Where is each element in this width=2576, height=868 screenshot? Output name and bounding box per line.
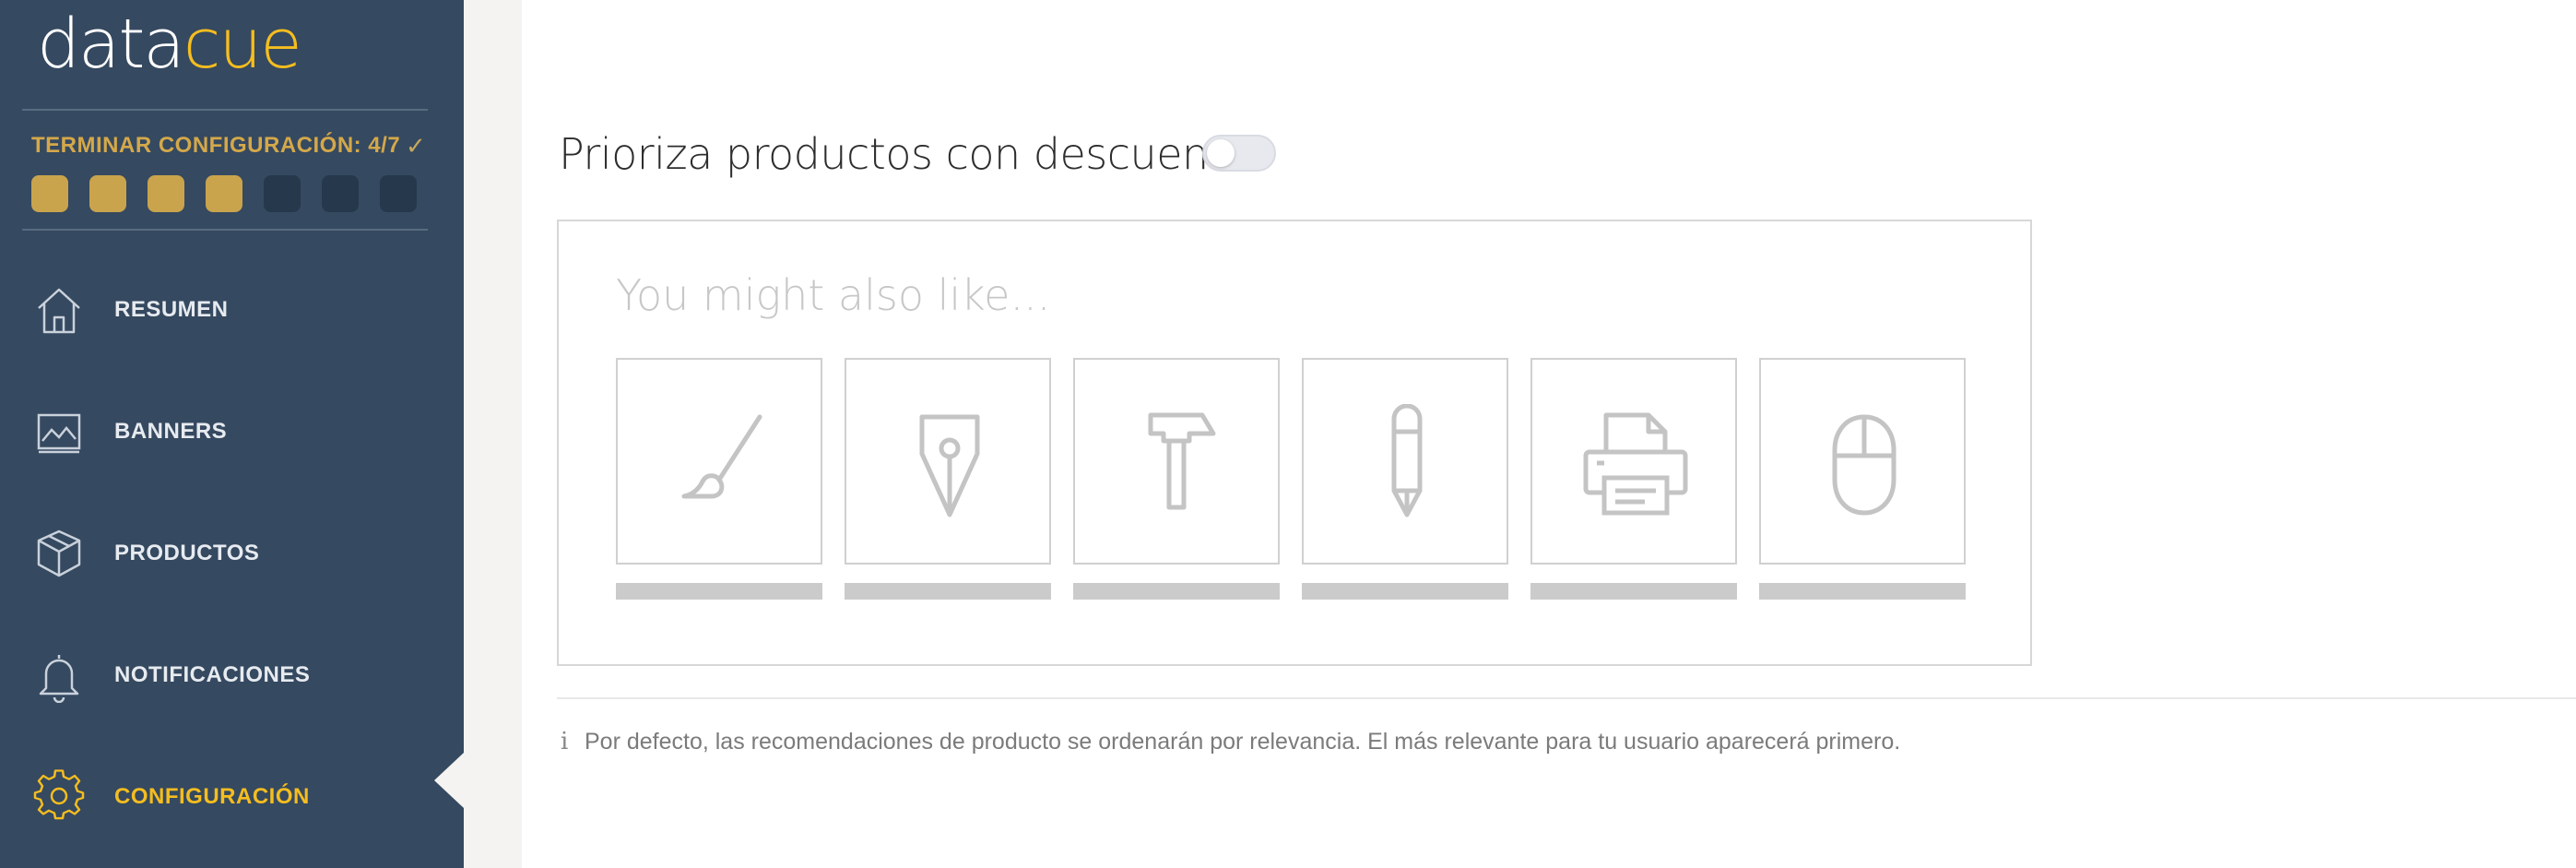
image-icon: [37, 413, 81, 454]
progress-step-4: [206, 175, 242, 212]
logo-text-data: data: [37, 5, 185, 84]
active-item-indicator: [434, 753, 464, 808]
gear-icon: [33, 769, 85, 820]
sidebar-item-label: PRODUCTOS: [114, 541, 260, 565]
check-icon: ✓: [406, 132, 426, 160]
pen-nib-icon: [919, 414, 980, 517]
product-card: [1302, 358, 1508, 565]
product-card: [1759, 358, 1966, 565]
content-separator: [557, 697, 2576, 699]
progress-step-2: [89, 175, 126, 212]
progress-step-7: [380, 175, 417, 212]
product-card: [1530, 358, 1737, 565]
setup-progress-label[interactable]: TERMINAR CONFIGURACIÓN: 4/7: [31, 129, 437, 162]
sidebar-item-label: BANNERS: [114, 419, 228, 444]
content-gutter: [464, 0, 522, 868]
setting-title: Prioriza productos con descuento: [559, 129, 1250, 179]
sidebar-divider-bottom: [22, 229, 428, 231]
info-icon: i: [561, 728, 569, 755]
sidebar-item-label: RESUMEN: [114, 297, 229, 322]
preview-title: You might also like...: [616, 270, 1051, 320]
product-name-placeholder: [845, 583, 1051, 600]
toggle-knob: [1207, 139, 1235, 167]
sidebar-item-label: NOTIFICACIONES: [114, 662, 311, 687]
product-card: [616, 358, 822, 565]
main-content: Prioriza productos con descuento You mig…: [522, 0, 2576, 868]
sidebar-item-banners[interactable]: BANNERS: [0, 382, 464, 482]
sidebar-divider-top: [22, 109, 428, 111]
sidebar-item-productos[interactable]: PRODUCTOS: [0, 504, 464, 603]
brush-icon: [681, 414, 762, 499]
hammer-icon: [1148, 412, 1216, 510]
sidebar: datacue TERMINAR CONFIGURACIÓN: 4/7 ✓ RE…: [0, 0, 464, 868]
pencil-icon: [1391, 404, 1423, 517]
progress-step-5: [264, 175, 301, 212]
box-icon: [37, 529, 81, 577]
sidebar-item-label: CONFIGURACIÓN: [114, 784, 310, 809]
printer-icon: [1583, 412, 1688, 516]
info-text: Por defecto, las recomendaciones de prod…: [585, 729, 1901, 755]
product-name-placeholder: [1302, 583, 1508, 600]
home-icon: [38, 288, 80, 334]
product-name-placeholder: [1530, 583, 1737, 600]
product-name-placeholder: [616, 583, 822, 600]
recommendations-preview: You might also like...: [557, 220, 2032, 666]
mouse-icon: [1832, 414, 1897, 516]
bell-icon: [39, 655, 79, 703]
product-name-placeholder: [1073, 583, 1280, 600]
datacue-logo[interactable]: datacue: [37, 5, 302, 84]
product-name-placeholder: [1759, 583, 1966, 600]
product-card: [1073, 358, 1280, 565]
discount-priority-toggle[interactable]: [1202, 135, 1276, 172]
sidebar-item-resumen[interactable]: RESUMEN: [0, 260, 464, 360]
progress-step-6: [322, 175, 359, 212]
sidebar-item-notificaciones[interactable]: NOTIFICACIONES: [0, 625, 464, 725]
progress-step-3: [148, 175, 184, 212]
progress-step-1: [31, 175, 68, 212]
sidebar-item-configuracion[interactable]: CONFIGURACIÓN: [0, 747, 464, 847]
logo-text-cue: cue: [183, 5, 302, 84]
product-card: [845, 358, 1051, 565]
